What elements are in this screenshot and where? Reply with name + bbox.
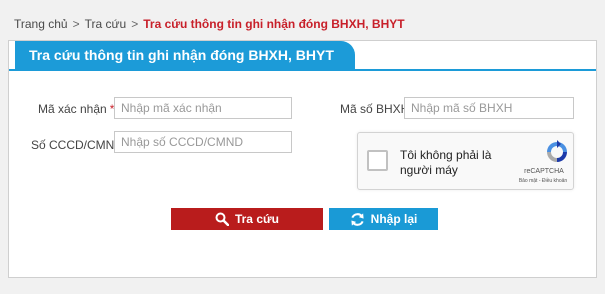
recaptcha-logo-icon [547,140,567,162]
reset-button-label: Nhập lại [370,212,418,226]
breadcrumb-separator: > [72,17,80,31]
lookup-panel: Tra cứu thông tin ghi nhận đóng BHXH, BH… [8,40,597,278]
breadcrumb-current: Tra cứu thông tin ghi nhận đóng BHXH, BH… [143,17,405,31]
search-icon [215,212,229,226]
cccd-label: Số CCCD/CMND [31,138,124,152]
panel-header: Tra cứu thông tin ghi nhận đóng BHXH, BH… [9,41,596,71]
breadcrumb-lookup[interactable]: Tra cứu [85,17,127,31]
panel-title: Tra cứu thông tin ghi nhận đóng BHXH, BH… [15,41,355,69]
confirm-code-label: Mã xác nhận * [38,102,114,116]
search-button[interactable]: Tra cứu [171,208,323,230]
recaptcha-text: Tôi không phải là người máy [400,148,492,177]
breadcrumb-separator: > [131,17,139,31]
recaptcha-brand: reCAPTCHA [524,168,564,175]
bhxh-input[interactable]: Nhập mã số BHXH [404,97,574,119]
confirm-code-input[interactable]: Nhập mã xác nhận [114,97,292,119]
refresh-icon [351,212,364,226]
recaptcha-checkbox[interactable] [367,150,388,171]
breadcrumb: Trang chủ > Tra cứu > Tra cứu thông tin ghi … [14,17,405,31]
search-button-label: Tra cứu [234,212,280,226]
breadcrumb-home[interactable]: Trang chủ [14,17,68,31]
reset-button[interactable]: Nhập lại [329,208,438,230]
bhxh-label: Mã số BHXH [340,102,410,116]
cccd-input[interactable]: Nhập số CCCD/CMND [114,131,292,153]
confirm-code-label-text: Mã xác nhận [38,102,107,116]
recaptcha-widget: Tôi không phải là người máy reCAPTCHA Bả… [357,132,574,190]
recaptcha-terms[interactable]: Bảo mật - Điều khoản [512,178,574,184]
